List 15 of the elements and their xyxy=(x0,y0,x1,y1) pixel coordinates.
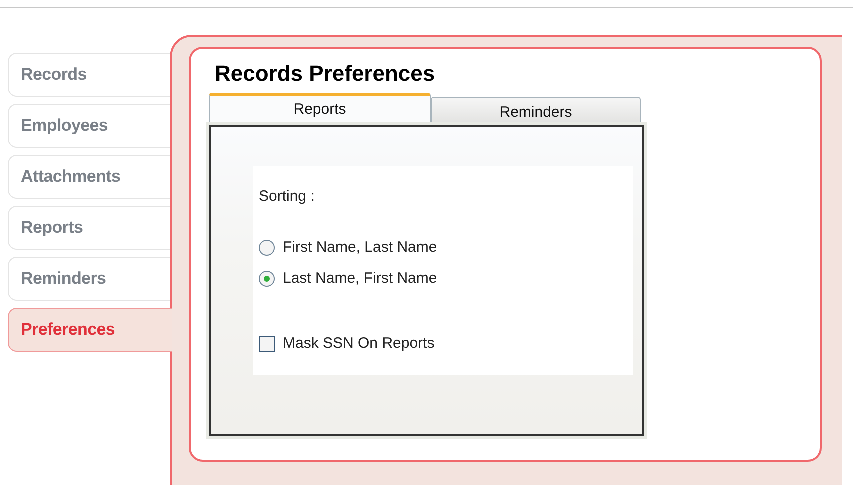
radio-label: First Name, Last Name xyxy=(283,239,438,256)
tab[interactable]: Reports xyxy=(209,93,431,125)
checkbox[interactable] xyxy=(259,336,275,352)
sidebar-item[interactable]: Employees xyxy=(8,104,170,148)
sorting-label: Sorting : xyxy=(259,188,316,205)
radio-label: Last Name, First Name xyxy=(283,270,438,287)
sidebar-item[interactable]: Records xyxy=(8,53,170,97)
sidebar-item[interactable]: Attachments xyxy=(8,155,170,199)
sidebar-item[interactable]: Reminders xyxy=(8,257,170,301)
checkbox-label: Mask SSN On Reports xyxy=(283,335,435,352)
sidebar-item[interactable]: Preferences xyxy=(8,308,172,352)
radio-button[interactable] xyxy=(259,270,275,286)
sidebar-item[interactable]: Reports xyxy=(8,206,170,250)
radio-button[interactable] xyxy=(259,240,275,256)
panel-title: Records Preferences xyxy=(215,61,436,87)
